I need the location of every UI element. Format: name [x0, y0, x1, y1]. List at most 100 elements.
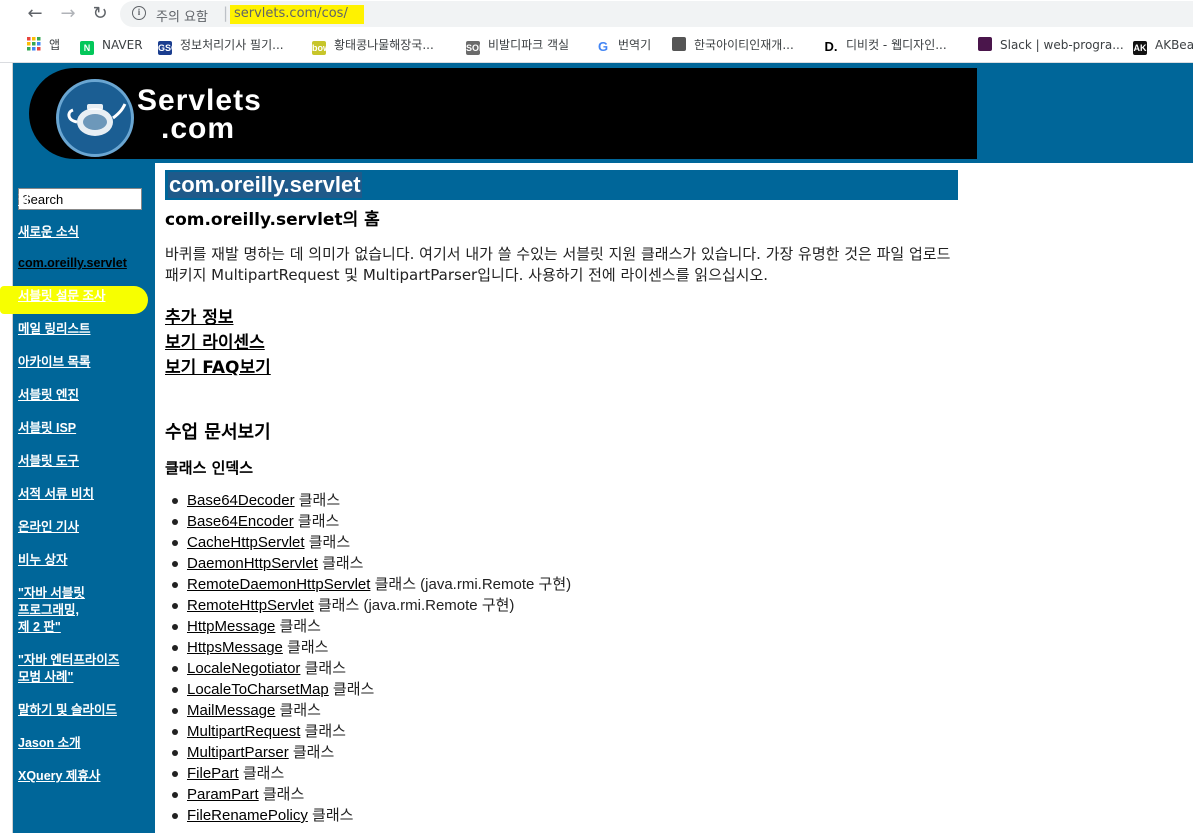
browser-nav-row: ← → ↻ i 주의 요함 | servlets.com/cos/	[0, 0, 1193, 28]
class-link[interactable]: CacheHttpServlet	[187, 534, 305, 551]
teapot-logo-icon	[56, 79, 134, 157]
sidebar-item-engines[interactable]: 서블릿 엔진	[18, 387, 150, 404]
bookmark-label: 한국아이티인재개...	[694, 38, 794, 52]
sidebar-item-xquery[interactable]: XQuery 제휴사	[18, 768, 150, 785]
more-info-link[interactable]: 추가 정보	[165, 303, 233, 328]
bookmark-item[interactable]: D. 디비컷 - 웹디자인...	[824, 33, 947, 57]
class-link[interactable]: DaemonHttpServlet	[187, 555, 318, 572]
list-item: ParamPart 클래스	[172, 784, 947, 805]
bookmark-item[interactable]: SON 비발디파크 객실	[466, 33, 569, 57]
sidebar-item-book-servlet[interactable]: "자바 서블릿 프로그래밍, 제 2 판"	[18, 585, 150, 636]
list-item: Base64Encoder 클래스	[172, 511, 947, 532]
class-index-heading: 클래스 인덱스	[165, 459, 254, 477]
bookmark-label: AKBea	[1155, 38, 1193, 52]
bookmark-item[interactable]: 한국아이티인재개...	[672, 33, 794, 57]
sidebar-item-bookshelf[interactable]: 서적 서류 비치	[18, 486, 150, 503]
class-suffix: 클래스	[317, 555, 364, 572]
header-band: Servlets .com	[13, 63, 1193, 163]
class-suffix: 클래스 (java.rmi.Remote 구현)	[313, 597, 515, 614]
url-separator: |	[223, 4, 229, 22]
bookmark-label: NAVER	[102, 38, 143, 52]
teapot-icon	[67, 103, 127, 136]
class-link[interactable]: MultipartRequest	[187, 723, 300, 740]
list-item: LocaleToCharsetMap 클래스	[172, 679, 947, 700]
faq-link[interactable]: 보기 FAQ보기	[165, 353, 271, 378]
reload-icon[interactable]: ↻	[89, 3, 111, 25]
class-link[interactable]: HttpMessage	[187, 618, 275, 635]
sidebar-item-archive[interactable]: 아카이브 목록	[18, 354, 150, 371]
bookmark-item[interactable]: bow 황태콩나물해장국...	[312, 33, 434, 57]
class-link[interactable]: FileRenamePolicy	[187, 807, 308, 824]
bookmark-item[interactable]: Slack | web-progra...	[978, 33, 1124, 57]
sidebar-item-soapbox[interactable]: 비누 상자	[18, 552, 150, 569]
sidebar-item-tools[interactable]: 서블릿 도구	[18, 453, 150, 470]
class-link[interactable]: Base64Encoder	[187, 513, 294, 530]
page-subtitle: com.oreilly.servlet의 홈	[165, 210, 380, 230]
class-suffix: 클래스	[275, 618, 321, 635]
list-item: MailMessage 클래스	[172, 700, 947, 721]
bowl-icon: bow	[312, 41, 330, 55]
sidebar-item-book-enterprise[interactable]: "자바 엔터프라이즈 모범 사례"	[18, 652, 150, 686]
class-suffix: 클래스	[288, 744, 335, 761]
sono-icon: SON	[466, 41, 486, 55]
class-suffix: 클래스 (java.rmi.Remote 구현)	[370, 576, 572, 593]
dbcut-icon: D.	[824, 39, 838, 54]
docs-heading: 수업 문서보기	[165, 422, 271, 443]
license-link[interactable]: 보기 라이센스	[165, 328, 265, 353]
sidebar-item-survey[interactable]: 서블릿 설문 조사	[18, 288, 150, 305]
bookmark-label: 황태콩나물해장국...	[334, 38, 434, 52]
page-title: com.oreilly.servlet	[168, 172, 362, 198]
sidebar-item-mailing-list[interactable]: 메일 링리스트	[18, 321, 150, 338]
class-link[interactable]: LocaleNegotiator	[187, 660, 300, 677]
address-bar[interactable]: i 주의 요함 | servlets.com/cos/	[120, 1, 1193, 27]
security-warning-label[interactable]: 주의 요함	[156, 6, 208, 25]
bookmark-item[interactable]: N NAVER	[80, 33, 143, 57]
list-item: HttpMessage 클래스	[172, 616, 947, 637]
sidebar-item-home[interactable]: 집	[18, 192, 150, 209]
bookmark-item[interactable]: AK AKBea	[1133, 33, 1193, 57]
bookmark-label: 앱	[49, 38, 61, 52]
sidebar-item-articles[interactable]: 온라인 기사	[18, 519, 150, 536]
sidebar-item-about-jason[interactable]: Jason 소개	[18, 735, 150, 752]
sidebar-item-talks[interactable]: 말하기 및 슬라이드	[18, 702, 150, 719]
class-link[interactable]: FilePart	[187, 765, 239, 782]
class-suffix: 클래스	[300, 660, 346, 677]
class-link[interactable]: LocaleToCharsetMap	[187, 681, 329, 698]
class-link[interactable]: RemoteHttpServlet	[187, 597, 314, 614]
page-left-edge	[0, 63, 13, 833]
class-link[interactable]: ParamPart	[187, 786, 259, 803]
back-arrow-icon[interactable]: ←	[24, 3, 46, 25]
site-logo[interactable]: Servlets .com	[29, 68, 977, 159]
list-item: RemoteDaemonHttpServlet 클래스 (java.rmi.Re…	[172, 574, 947, 595]
class-suffix: 클래스	[328, 681, 375, 698]
apps-grid-icon	[27, 37, 41, 51]
forward-arrow-icon[interactable]: →	[57, 3, 79, 25]
sidebar-item-news[interactable]: 새로운 소식	[18, 224, 150, 241]
class-link[interactable]: HttpsMessage	[187, 639, 283, 656]
gsc-icon: GSC	[158, 41, 178, 55]
bookmark-label: 번역기	[618, 38, 652, 52]
class-list: Base64Decoder 클래스 Base64Encoder 클래스 CacheH…	[172, 490, 947, 826]
page-title-bar: com.oreilly.servlet	[165, 170, 958, 200]
list-item: FilePart 클래스	[172, 763, 947, 784]
info-icon[interactable]: i	[132, 6, 146, 20]
class-suffix: 클래스	[300, 723, 346, 740]
sidebar-item-cos[interactable]: com.oreilly.servlet	[18, 255, 150, 272]
bookmark-item[interactable]: 앱	[27, 33, 60, 57]
class-suffix: 클래스	[294, 492, 341, 509]
list-item: CacheHttpServlet 클래스	[172, 532, 947, 553]
class-link[interactable]: Base64Decoder	[187, 492, 295, 509]
class-suffix: 클래스	[307, 807, 354, 824]
bookmark-item[interactable]: G 번역기	[596, 33, 651, 57]
akbea-icon: AK	[1133, 41, 1147, 55]
bookmark-item[interactable]: GSC 정보처리기사 필기...	[158, 33, 284, 57]
sidebar-item-isp[interactable]: 서블릿 ISP	[18, 420, 150, 437]
logo-title-line2: .com	[161, 112, 236, 145]
web-page: Servlets .com 집새로운 소식 com.oreilly.servlet…	[0, 63, 1193, 833]
bookmarks-bar: 앱 N NAVER GSC 정보처리기사 필기... bow 황태콩나물해장국... SON 비…	[0, 33, 1193, 57]
class-link[interactable]: RemoteDaemonHttpServlet	[187, 576, 370, 593]
class-link[interactable]: MultipartParser	[187, 744, 289, 761]
url-text[interactable]: servlets.com/cos/	[230, 5, 364, 24]
bookmark-label: 디비컷 - 웹디자인...	[846, 38, 947, 52]
class-link[interactable]: MailMessage	[187, 702, 275, 719]
